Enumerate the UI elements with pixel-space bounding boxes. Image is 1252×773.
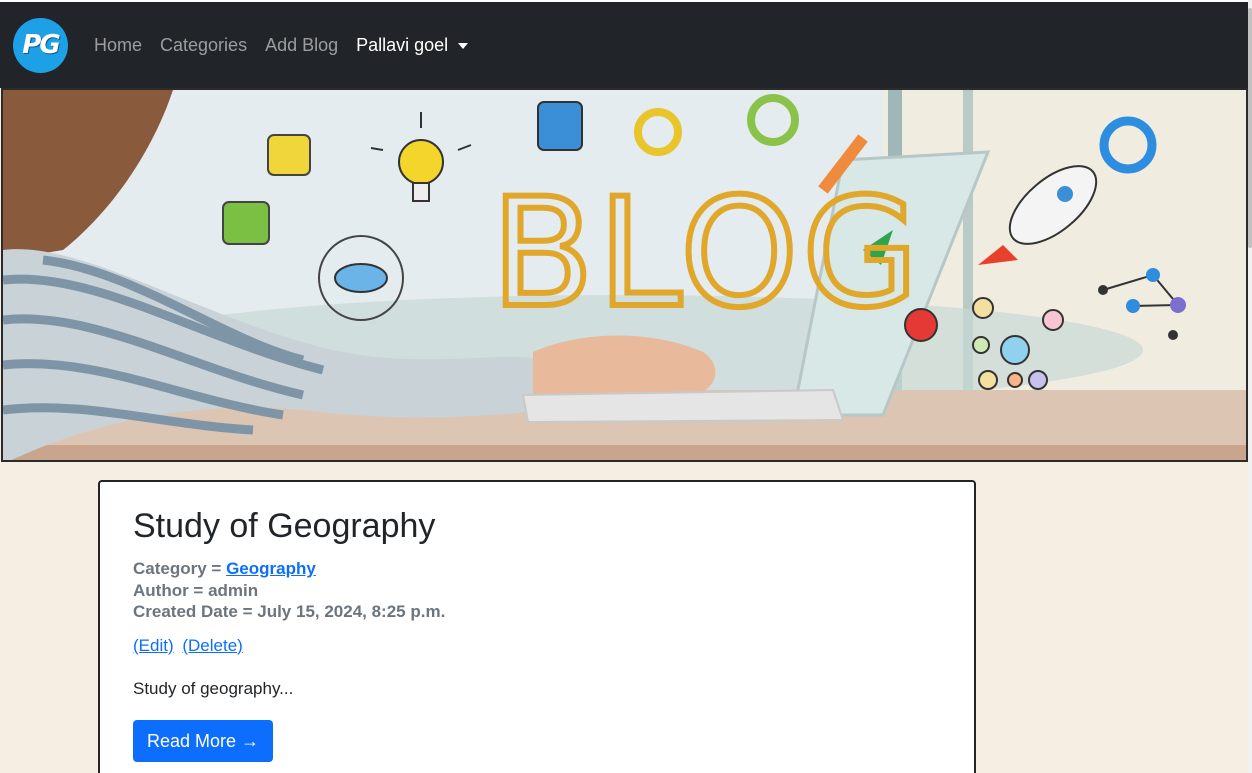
category-link[interactable]: Geography bbox=[226, 559, 316, 578]
nav-home-link[interactable]: Home bbox=[94, 35, 142, 56]
puzzle-yellow-icon bbox=[267, 134, 311, 176]
banner-illustration: BLOG bbox=[3, 90, 1246, 460]
brand-logo[interactable]: PG bbox=[13, 17, 68, 73]
nav-add-blog-link[interactable]: Add Blog bbox=[265, 35, 338, 56]
nav-categories-link[interactable]: Categories bbox=[160, 35, 247, 56]
post-author: Author = admin bbox=[133, 580, 259, 600]
read-more-button[interactable]: Read More → bbox=[133, 719, 274, 762]
user-name: Pallavi goel bbox=[356, 34, 449, 55]
user-dropdown[interactable]: Pallavi goel bbox=[356, 34, 469, 56]
apple-icon bbox=[904, 308, 938, 342]
post-excerpt: Study of geography... bbox=[133, 678, 294, 698]
post-created-date: Created Date = July 15, 2024, 8:25 p.m. bbox=[133, 602, 446, 621]
edit-link[interactable]: (Edit) bbox=[133, 636, 174, 655]
category-label: Category = bbox=[133, 559, 227, 578]
blog-banner-image: BLOG bbox=[1, 88, 1248, 462]
puzzle-blue-icon bbox=[537, 101, 583, 151]
desk-edge bbox=[3, 445, 1246, 460]
banner-headline: BLOG bbox=[491, 167, 922, 341]
post-title: Study of Geography bbox=[133, 507, 436, 545]
post-actions: (Edit) (Delete) bbox=[133, 636, 941, 656]
post-category-line: Category = Geography bbox=[133, 558, 941, 580]
puzzle-green-icon bbox=[222, 201, 270, 245]
scrollbar-thumb[interactable] bbox=[1248, 8, 1252, 248]
blog-post-card: Study of Geography Category = Geography … bbox=[98, 480, 976, 773]
navbar: PG Home Categories Add Blog Pallavi goel bbox=[0, 2, 1248, 88]
caret-down-icon bbox=[458, 43, 469, 49]
delete-link[interactable]: (Delete) bbox=[182, 636, 242, 655]
post-meta: Category = Geography Author = admin Crea… bbox=[133, 558, 941, 623]
nav-links: Home Categories Add Blog Pallavi goel bbox=[94, 35, 486, 56]
